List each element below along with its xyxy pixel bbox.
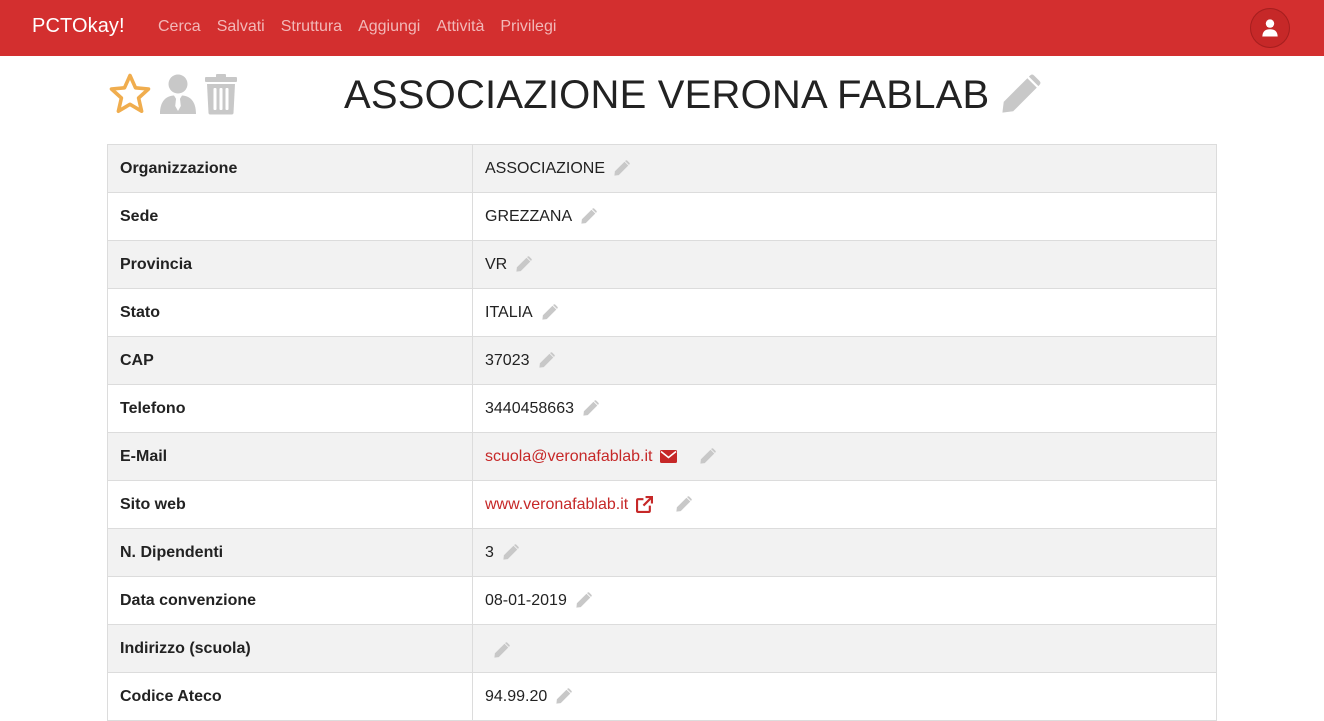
row-label: Indirizzo (scuola) xyxy=(107,624,473,673)
nav-item-privilegi[interactable]: Privilegi xyxy=(500,18,556,36)
row-label: Provincia xyxy=(107,240,473,289)
row-value-cell: 08-01-2019 xyxy=(472,576,1217,625)
organization-details-table: Organizzazione ASSOCIAZIONE Sede GREZZAN… xyxy=(107,144,1217,721)
row-value-cell: ASSOCIAZIONE xyxy=(472,144,1217,193)
row-label: E-Mail xyxy=(107,432,473,481)
table-row: CAP 37023 xyxy=(107,336,1217,385)
row-value-cell: 3 xyxy=(472,528,1217,577)
row-value-cell xyxy=(472,624,1217,673)
row-label: Telefono xyxy=(107,384,473,433)
row-value-cell: 3440458663 xyxy=(472,384,1217,433)
nav-item-struttura[interactable]: Struttura xyxy=(281,18,342,36)
row-value-cell: scuola@veronafablab.it xyxy=(472,432,1217,481)
pencil-icon[interactable] xyxy=(493,642,510,659)
nav-item-attivita[interactable]: Attività xyxy=(436,18,484,36)
pencil-icon[interactable] xyxy=(675,496,692,513)
row-label: Codice Ateco xyxy=(107,672,473,721)
row-label: Stato xyxy=(107,288,473,337)
row-value: ASSOCIAZIONE xyxy=(485,159,606,177)
table-row: Codice Ateco 94.99.20 xyxy=(107,672,1217,721)
row-value-cell: 37023 xyxy=(472,336,1217,385)
user-icon xyxy=(1262,19,1278,37)
pencil-icon[interactable] xyxy=(541,304,558,321)
row-value-cell: VR xyxy=(472,240,1217,289)
nav-item-cerca[interactable]: Cerca xyxy=(158,18,201,36)
pencil-icon[interactable] xyxy=(582,400,599,417)
table-row: Sede GREZZANA xyxy=(107,192,1217,241)
main-nav: Cerca Salvati Struttura Aggiungi Attivit… xyxy=(158,18,556,36)
row-value: ITALIA xyxy=(485,303,533,321)
row-value-cell: ITALIA xyxy=(472,288,1217,337)
star-outline-icon[interactable] xyxy=(108,72,152,121)
nav-item-salvati[interactable]: Salvati xyxy=(217,18,265,36)
pencil-icon[interactable] xyxy=(538,352,555,369)
user-tie-icon[interactable] xyxy=(158,72,198,121)
row-label: Organizzazione xyxy=(107,144,473,193)
pencil-icon[interactable] xyxy=(515,256,533,273)
external-link-icon[interactable] xyxy=(636,496,654,513)
brand-logo[interactable]: PCTOkay! xyxy=(32,15,125,38)
row-value-cell: www.veronafablab.it xyxy=(472,480,1217,529)
page-header: ASSOCIAZIONE VERONA FABLAB xyxy=(344,70,1041,120)
row-label: Data convenzione xyxy=(107,576,473,625)
website-link[interactable]: www.veronafablab.it xyxy=(485,496,628,514)
row-value: GREZZANA xyxy=(485,207,573,225)
row-value: 37023 xyxy=(485,351,530,369)
table-row: Organizzazione ASSOCIAZIONE xyxy=(107,144,1217,193)
row-label: CAP xyxy=(107,336,473,385)
table-row: Telefono 3440458663 xyxy=(107,384,1217,433)
table-row: Stato ITALIA xyxy=(107,288,1217,337)
row-value-cell: 94.99.20 xyxy=(472,672,1217,721)
row-value: 3 xyxy=(485,543,494,561)
table-row: Provincia VR xyxy=(107,240,1217,289)
row-value-cell: GREZZANA xyxy=(472,192,1217,241)
pencil-icon[interactable] xyxy=(699,448,717,465)
row-label: Sede xyxy=(107,192,473,241)
user-menu-button[interactable] xyxy=(1250,8,1290,48)
pencil-icon[interactable] xyxy=(613,160,630,177)
row-value: 3440458663 xyxy=(485,399,574,417)
trash-icon[interactable] xyxy=(204,72,238,121)
row-label: Sito web xyxy=(107,480,473,529)
row-value: 08-01-2019 xyxy=(485,591,567,609)
pencil-icon[interactable] xyxy=(580,208,597,225)
pencil-icon[interactable] xyxy=(575,592,592,609)
pencil-icon[interactable] xyxy=(555,688,573,705)
pencil-icon[interactable] xyxy=(999,74,1041,116)
email-link[interactable]: scuola@veronafablab.it xyxy=(485,448,652,466)
row-label: N. Dipendenti xyxy=(107,528,473,577)
table-row: Data convenzione 08-01-2019 xyxy=(107,576,1217,625)
table-row: E-Mail scuola@veronafablab.it xyxy=(107,432,1217,481)
table-row: N. Dipendenti 3 xyxy=(107,528,1217,577)
pencil-icon[interactable] xyxy=(502,544,519,561)
row-value: VR xyxy=(485,255,508,273)
envelope-icon[interactable] xyxy=(660,450,678,463)
nav-item-aggiungi[interactable]: Aggiungi xyxy=(358,18,420,36)
row-value: 94.99.20 xyxy=(485,687,548,705)
table-row: Sito web www.veronafablab.it xyxy=(107,480,1217,529)
page-title: ASSOCIAZIONE VERONA FABLAB xyxy=(344,72,990,117)
top-navbar: PCTOkay! Cerca Salvati Struttura Aggiung… xyxy=(0,0,1324,56)
table-row: Indirizzo (scuola) xyxy=(107,624,1217,673)
